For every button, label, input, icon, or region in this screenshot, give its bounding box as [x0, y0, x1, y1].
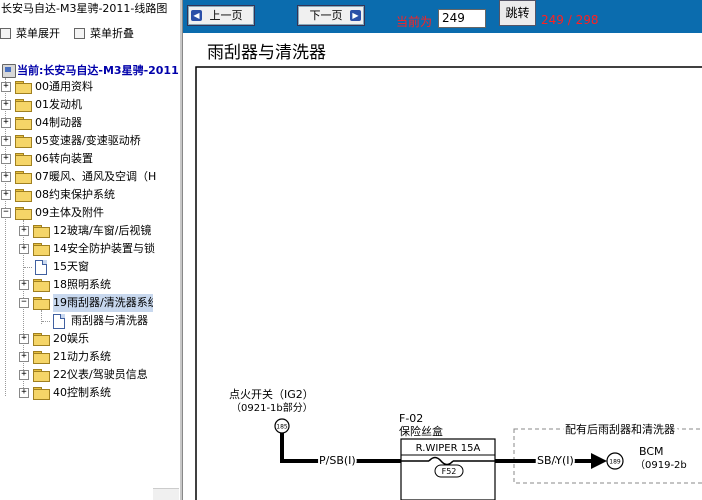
window-title: 长安马自达-M3星骋-2011-线路图 [1, 2, 168, 15]
collapse-menu-label: 菜单折叠 [90, 27, 134, 40]
tree-item-label: 04制动器 [35, 116, 82, 129]
document-icon [53, 314, 65, 329]
expand-toggle-icon[interactable]: + [19, 334, 29, 344]
arrow-right-icon [591, 453, 607, 469]
expand-toggle-icon[interactable]: + [1, 118, 11, 128]
folder-icon [33, 225, 50, 238]
tree-item-label-selected: 19雨刮器/清洗器系统 [53, 294, 153, 312]
page-toolbar: ◀ 上一页 下一页 ▶ 当前为 跳转 249 / 298 [183, 0, 702, 33]
tree-item-label: 14安全防护装置与锁 [53, 242, 155, 255]
tree-item-label: 12玻璃/车窗/后视镜 [53, 224, 152, 237]
next-page-label: 下一页 [309, 9, 343, 22]
expand-toggle-icon[interactable]: + [1, 172, 11, 182]
tree-item-label: 21动力系统 [53, 350, 111, 363]
expand-toggle-icon[interactable]: + [19, 352, 29, 362]
option-label: 配有后雨刮器和清洗器 [565, 422, 675, 436]
horizontal-scrollbar[interactable] [153, 488, 179, 500]
folder-icon [33, 351, 50, 364]
expand-toggle-icon[interactable]: + [1, 82, 11, 92]
arrow-left-icon: ◀ [191, 10, 202, 21]
ignition-ref: （0921-1b部分） [231, 401, 313, 414]
expand-menu-button[interactable]: 菜单展开 [0, 26, 60, 42]
folder-icon [15, 99, 32, 112]
page-count: 249 / 298 [541, 13, 599, 27]
tree-item-label: 雨刮器与清洗器 [71, 314, 148, 327]
tree-item-label: 05变速器/变速驱动桥 [35, 134, 141, 147]
tree-item-label: 01发动机 [35, 98, 82, 111]
folder-icon [15, 171, 32, 184]
wire-right-label: SB/Y(I) [537, 454, 574, 467]
collapse-toggle-icon[interactable]: − [1, 208, 11, 218]
expand-toggle-icon[interactable]: + [19, 244, 29, 254]
folder-open-icon [15, 207, 32, 220]
expand-toggle-icon[interactable]: + [19, 370, 29, 380]
fuse-box-label: 保险丝盒 [399, 424, 443, 438]
tree-item-label: 06转向装置 [35, 152, 93, 165]
current-page-input[interactable] [438, 9, 486, 28]
folder-icon [33, 243, 50, 256]
prev-page-button[interactable]: ◀ 上一页 [187, 5, 255, 26]
collapse-menu-button[interactable]: 菜单折叠 [74, 26, 134, 42]
folder-open-icon [33, 297, 50, 310]
tree-item-label: 20娱乐 [53, 332, 89, 345]
wire-left-label: P/SB(I) [319, 454, 356, 467]
tree-line [24, 267, 32, 268]
menu-actions: 菜单展开 菜单折叠 [0, 26, 180, 42]
fuse-ref-label: F52 [442, 467, 457, 476]
expand-toggle-icon[interactable]: + [1, 136, 11, 146]
current-page-label: 当前为 [396, 15, 433, 29]
expand-icon [0, 27, 11, 39]
ignition-label: 点火开关（IG2） [229, 387, 314, 401]
next-page-button[interactable]: 下一页 ▶ [297, 5, 365, 26]
expand-toggle-icon[interactable]: + [1, 190, 11, 200]
tree-item-label: 07暖风、通风及空调（H [35, 170, 157, 183]
tree-item-label: 08约束保护系统 [35, 188, 115, 201]
tree-item-label: 15天窗 [53, 260, 89, 273]
collapse-toggle-icon[interactable]: − [19, 298, 29, 308]
folder-icon [33, 333, 50, 346]
expand-toggle-icon[interactable]: + [1, 100, 11, 110]
jump-button[interactable]: 跳转 [499, 0, 536, 26]
tree-item-label: 18照明系统 [53, 278, 111, 291]
content-pane: ◀ 上一页 下一页 ▶ 当前为 跳转 249 / 298 雨刮器与清洗器 点火开… [183, 0, 702, 500]
folder-icon [15, 135, 32, 148]
fuse-name: R.WIPER 15A [416, 443, 481, 454]
folder-icon [15, 153, 32, 166]
expand-menu-label: 菜单展开 [16, 27, 60, 40]
folder-icon [15, 189, 32, 202]
pin-189-label: 189 [609, 459, 621, 466]
wiring-diagram: 点火开关（IG2） （0921-1b部分） 185 P/SB(I) F-02 保… [195, 66, 702, 500]
fuse-id: F-02 [399, 412, 423, 425]
pin-185-label: 185 [276, 424, 288, 431]
folder-icon [33, 369, 50, 382]
expand-toggle-icon[interactable]: + [19, 280, 29, 290]
left-pane: 长安马自达-M3星骋-2011-线路图 菜单展开 菜单折叠 当前:长安马自达-M… [0, 0, 180, 500]
prev-page-label: 上一页 [209, 9, 243, 22]
folder-icon [33, 387, 50, 400]
expand-toggle-icon[interactable]: + [19, 226, 29, 236]
bcm-label: BCM [639, 445, 664, 458]
expand-toggle-icon[interactable]: + [1, 154, 11, 164]
bcm-ref: （0919-2b [635, 459, 687, 471]
computer-icon [2, 64, 16, 78]
tree-item-label: 22仪表/驾驶员信息 [53, 368, 148, 381]
tree-line [42, 321, 50, 322]
arrow-right-icon: ▶ [350, 10, 361, 21]
folder-icon [33, 279, 50, 292]
folder-icon [15, 117, 32, 130]
tree-item-label: 00通用资料 [35, 80, 93, 93]
tree-item-label: 40控制系统 [53, 386, 111, 399]
expand-toggle-icon[interactable]: + [19, 388, 29, 398]
document-icon [35, 260, 47, 275]
tree-item-label: 09主体及附件 [35, 206, 104, 219]
folder-icon [15, 81, 32, 94]
collapse-icon [74, 27, 85, 39]
